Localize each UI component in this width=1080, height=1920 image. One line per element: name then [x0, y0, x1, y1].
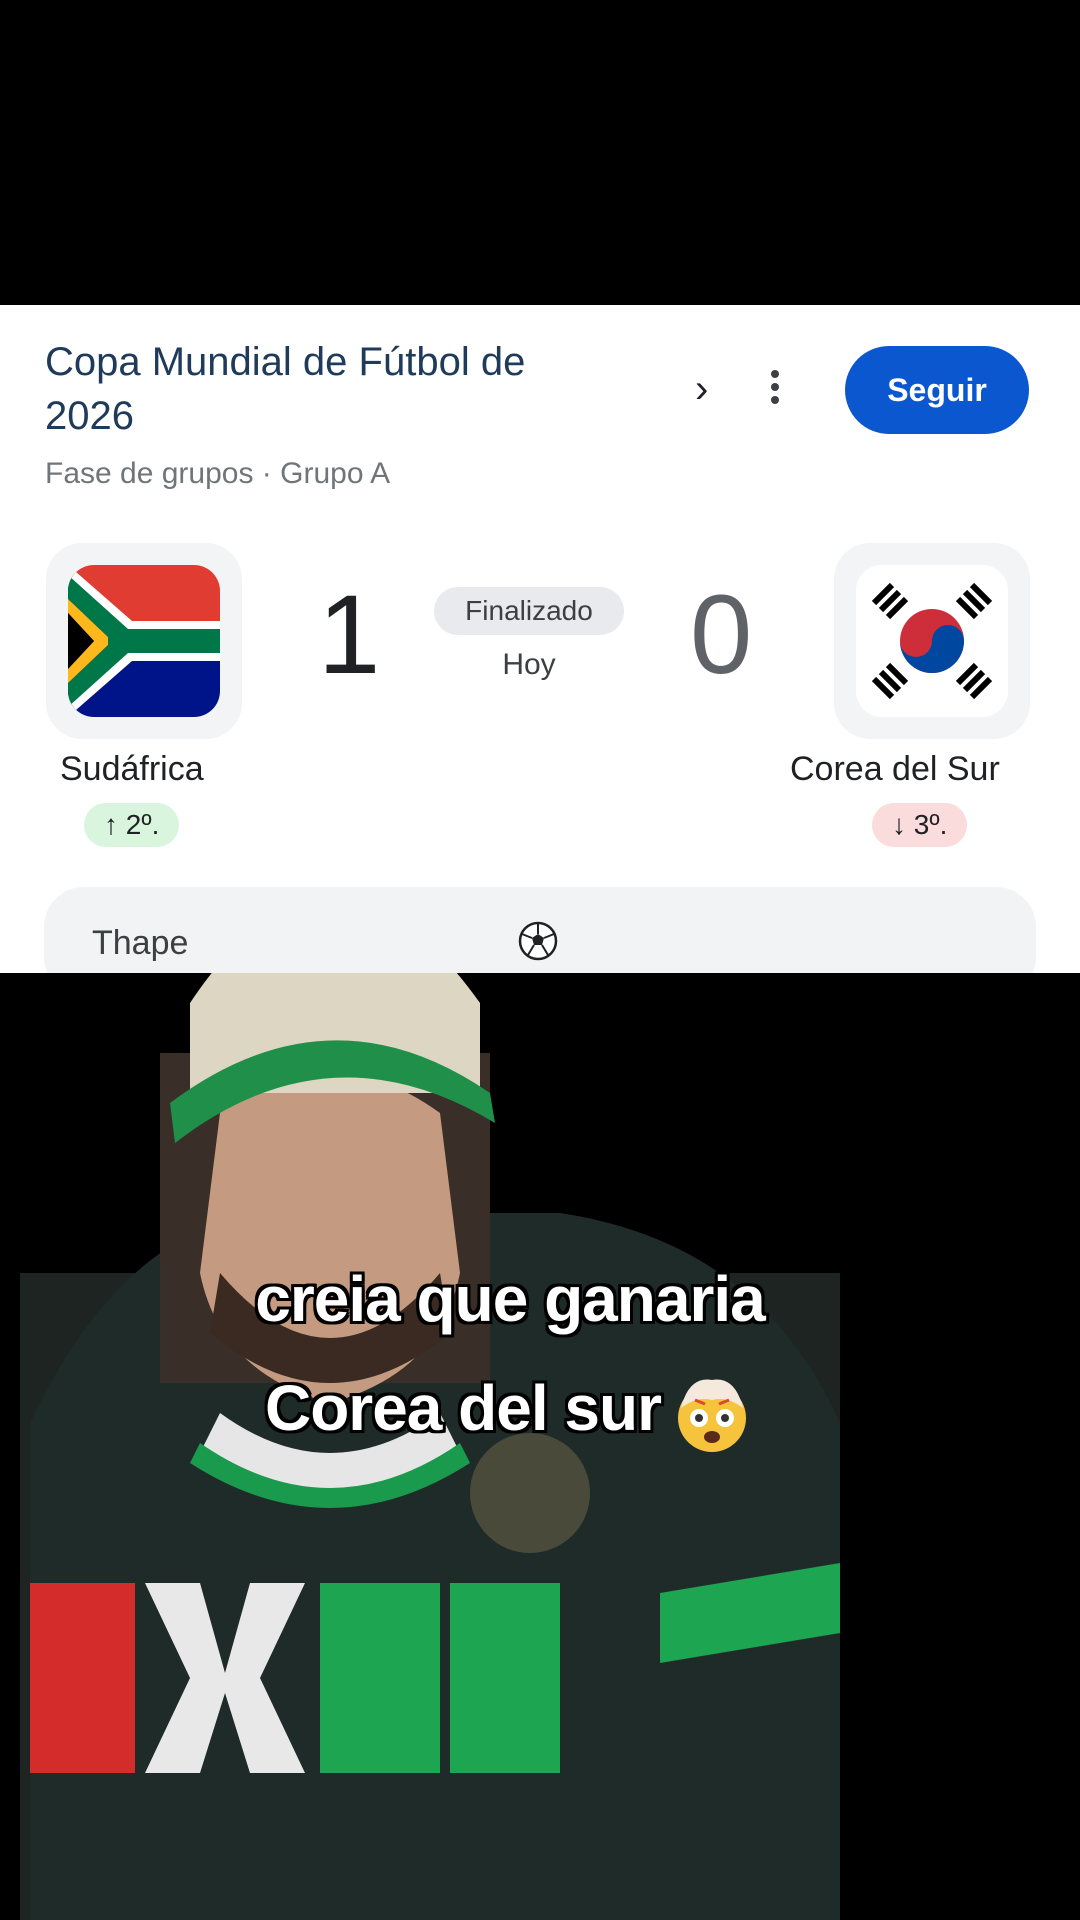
- stage-subtitle: Fase de grupos · Grupo A: [45, 457, 391, 490]
- caption-line-2: Corea del sur: [0, 1370, 1020, 1456]
- away-team-logo[interactable]: [834, 543, 1030, 739]
- venue-bar[interactable]: Thape: [44, 887, 1036, 973]
- match-time: Hoy: [502, 648, 556, 681]
- home-position-badge: ↑ 2º.: [84, 803, 180, 847]
- match-status-badge: Finalizado: [434, 587, 624, 635]
- south-korea-flag-icon: [856, 565, 1008, 717]
- away-score: 0: [690, 572, 753, 697]
- caption-line-2-text: Corea del sur: [264, 1371, 662, 1444]
- competition-title[interactable]: Copa Mundial de Fútbol de 2026: [45, 335, 625, 443]
- top-black-bar: [0, 0, 1080, 305]
- south-africa-flag-icon: [68, 565, 220, 717]
- chevron-right-icon[interactable]: ›: [695, 367, 708, 412]
- match-card: Copa Mundial de Fútbol de 2026 Fase de g…: [0, 305, 1080, 973]
- caption-line-1: creia que ganaria: [255, 1263, 765, 1335]
- follow-button[interactable]: Seguir: [845, 346, 1029, 434]
- home-team-logo[interactable]: [46, 543, 242, 739]
- home-score: 1: [318, 572, 381, 697]
- away-position-badge: ↓ 3º.: [872, 803, 968, 847]
- more-vert-icon[interactable]: [768, 367, 782, 407]
- away-team-name[interactable]: Corea del Sur: [790, 750, 1000, 789]
- exploding-head-emoji: [678, 1379, 747, 1452]
- home-team-name[interactable]: Sudáfrica: [60, 750, 204, 789]
- venue-text: Thape: [92, 924, 189, 962]
- soccer-ball-icon: [518, 921, 558, 961]
